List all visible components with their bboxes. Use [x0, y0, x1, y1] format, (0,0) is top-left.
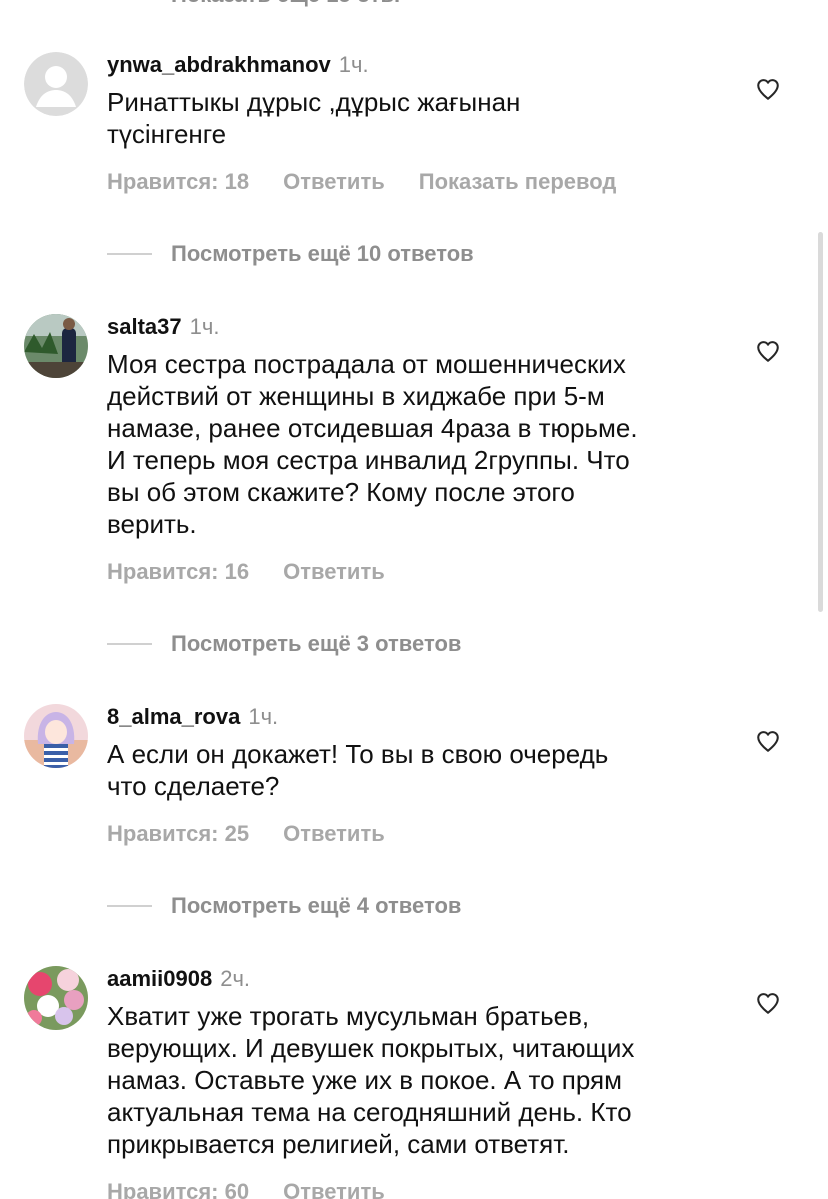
reply-button[interactable]: Ответить: [283, 169, 385, 195]
view-more-replies-label: Посмотреть ещё 3 ответов: [171, 631, 462, 656]
view-more-replies-button[interactable]: Посмотреть ещё 10 ответов: [107, 239, 474, 269]
comments-screen: Показать ещё 15 отв. ynwa_abdrakhmanov 1…: [0, 0, 828, 1199]
view-more-replies-button[interactable]: Посмотреть ещё 3 ответов: [107, 629, 461, 659]
view-more-replies-button[interactable]: Посмотреть ещё 4 ответов: [107, 891, 461, 921]
reply-button[interactable]: Ответить: [283, 1179, 385, 1199]
comment-meta: salta37 1ч.: [107, 314, 219, 342]
avatar[interactable]: [24, 704, 88, 768]
likes-count[interactable]: Нравится: 18: [107, 169, 249, 195]
comment-meta: 8_alma_rova 1ч.: [107, 704, 278, 732]
comment-meta: aamii0908 2ч.: [107, 966, 250, 994]
comment-text: Ринаттыкы дұрыс ,дұрыс жағынан түсінгенг…: [107, 87, 521, 149]
default-avatar-icon: [24, 52, 88, 116]
comment-time: 1ч.: [338, 52, 369, 77]
avatar[interactable]: [24, 314, 88, 378]
avatar[interactable]: [24, 966, 88, 1030]
flowers-avatar-icon: [24, 966, 88, 1030]
comment-meta: ynwa_abdrakhmanov 1ч.: [107, 52, 369, 80]
anime-avatar-icon: [24, 704, 88, 768]
view-more-replies-label: Посмотреть ещё 4 ответов: [171, 893, 462, 918]
likes-count[interactable]: Нравится: 25: [107, 821, 249, 847]
avatar[interactable]: [24, 52, 88, 116]
divider: [107, 643, 152, 645]
comment-username[interactable]: ynwa_abdrakhmanov: [107, 52, 331, 78]
comment-actions: Нравится: 25 Ответить: [107, 821, 385, 847]
heart-outline-icon[interactable]: [755, 728, 781, 754]
divider: [107, 253, 152, 255]
comment-time: 2ч.: [220, 966, 251, 991]
comment-username[interactable]: salta37: [107, 314, 182, 340]
comment-username[interactable]: aamii0908: [107, 966, 212, 992]
comment-text: Моя сестра пострадала от мошеннических д…: [107, 349, 638, 539]
reply-button[interactable]: Ответить: [283, 559, 385, 585]
photo-avatar-icon: [24, 314, 88, 378]
view-more-replies-partial[interactable]: Показать ещё 15 отв.: [171, 0, 400, 8]
comment-text: Хватит уже трогать мусульман братьев, ве…: [107, 1001, 635, 1159]
likes-count[interactable]: Нравится: 16: [107, 559, 249, 585]
show-translation-button[interactable]: Показать перевод: [419, 169, 617, 195]
comment-username[interactable]: 8_alma_rova: [107, 704, 240, 730]
likes-count[interactable]: Нравится: 60: [107, 1179, 249, 1199]
comment-actions: Нравится: 60 Ответить: [107, 1179, 385, 1199]
comment-actions: Нравится: 18 Ответить Показать перевод: [107, 169, 616, 195]
comment-actions: Нравится: 16 Ответить: [107, 559, 385, 585]
divider: [107, 905, 152, 907]
scrollbar[interactable]: [818, 232, 823, 612]
heart-outline-icon[interactable]: [755, 76, 781, 102]
heart-outline-icon[interactable]: [755, 338, 781, 364]
comment-text: А если он докажет! То вы в свою очередь …: [107, 739, 609, 801]
comment-time: 1ч.: [189, 314, 220, 339]
view-more-replies-label: Посмотреть ещё 10 ответов: [171, 241, 474, 266]
heart-outline-icon[interactable]: [755, 990, 781, 1016]
reply-button[interactable]: Ответить: [283, 821, 385, 847]
comment-time: 1ч.: [248, 704, 279, 729]
